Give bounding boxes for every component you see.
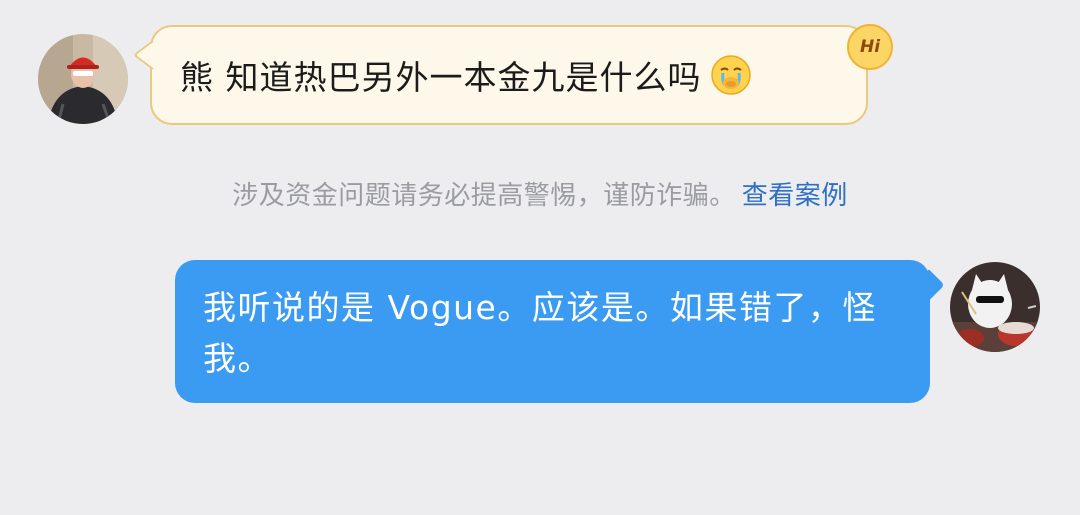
incoming-message: 熊 知道热巴另外一本金九是什么吗 <box>180 51 752 99</box>
outgoing-message-bubble[interactable]: 我听说的是 Vogue。应该是。如果错了，怪我。 <box>175 260 945 403</box>
person-photo-icon <box>38 34 128 124</box>
hi-badge-label: Hi <box>859 37 881 57</box>
bubble-tail <box>132 40 172 70</box>
view-cases-link[interactable]: 查看案例 <box>742 181 848 211</box>
hi-badge-icon: Hi <box>847 24 893 70</box>
sender-avatar[interactable] <box>38 34 128 124</box>
crying-face-emoji-icon <box>710 54 752 96</box>
self-avatar[interactable] <box>950 262 1040 352</box>
incoming-message-text: 熊 知道热巴另外一本金九是什么吗 <box>180 58 702 97</box>
fraud-warning-notice: 涉及资金问题请务必提高警惕，谨防诈骗。 查看案例 <box>0 175 1080 212</box>
outgoing-message-text: 我听说的是 Vogue。应该是。如果错了，怪我。 <box>203 288 877 378</box>
cat-drummer-photo-icon <box>950 262 1040 352</box>
incoming-message-bubble[interactable]: 熊 知道热巴另外一本金九是什么吗 <box>132 25 868 125</box>
notice-text: 涉及资金问题请务必提高警惕，谨防诈骗。 <box>232 181 736 211</box>
bubble-tail <box>913 269 945 301</box>
